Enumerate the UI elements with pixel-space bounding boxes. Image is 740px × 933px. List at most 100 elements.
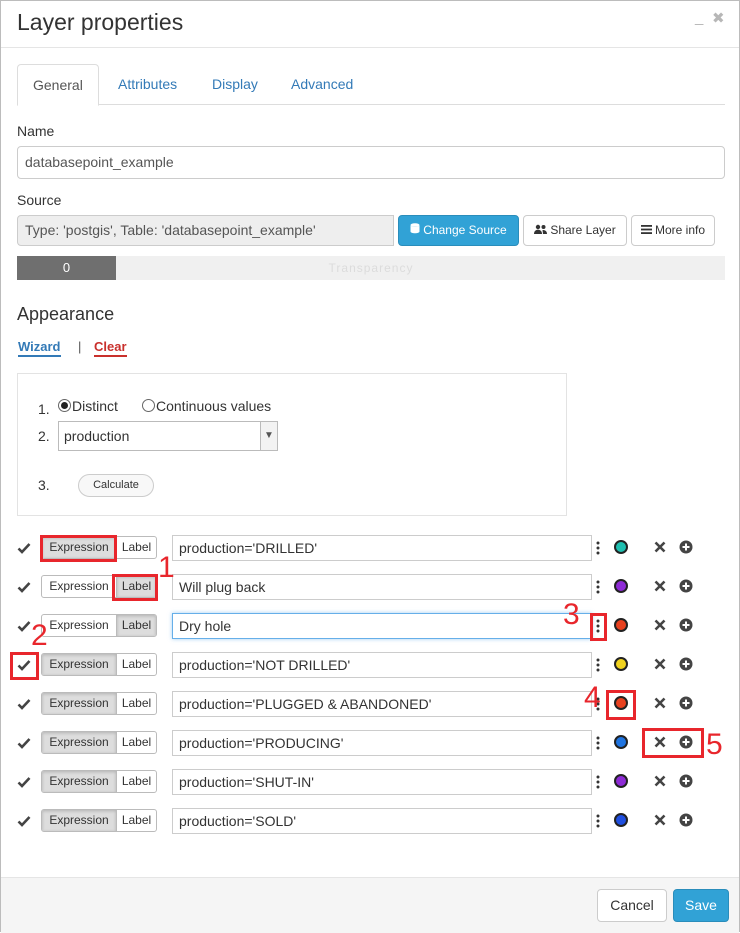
list-icon <box>640 216 652 245</box>
calculate-button[interactable]: Calculate <box>78 474 154 497</box>
annotation-box-label <box>112 574 158 601</box>
expression-toggle[interactable]: Expression <box>42 693 116 714</box>
close-icon[interactable] <box>653 579 667 593</box>
save-button[interactable]: Save <box>673 889 729 922</box>
step-2-number: 2. <box>38 428 50 444</box>
annotation-box-3 <box>590 613 607 641</box>
mode-toggle: Expression Label <box>41 809 157 832</box>
share-layer-button[interactable]: Share Layer <box>523 215 627 246</box>
annotation-box-2 <box>10 652 39 680</box>
attribute-select[interactable]: production ▼ <box>58 421 278 451</box>
transparency-slider[interactable]: Transparency 0 <box>17 256 725 280</box>
plus-circle-icon[interactable] <box>679 579 693 593</box>
label-toggle[interactable]: Label <box>116 654 156 675</box>
rule-expression-input[interactable]: Dry hole <box>172 613 592 639</box>
continuous-radio[interactable] <box>142 399 155 412</box>
vertical-dots-icon[interactable] <box>596 541 600 555</box>
vertical-dots-icon[interactable] <box>596 580 600 594</box>
rule-expression-input[interactable]: production='SHUT-IN' <box>172 769 592 795</box>
color-swatch[interactable] <box>611 576 631 596</box>
rule-expression-input[interactable]: production='SOLD' <box>172 808 592 834</box>
link-separator: | <box>78 339 82 354</box>
source-field: Type: 'postgis', Table: 'databasepoint_e… <box>17 215 394 246</box>
plus-circle-icon[interactable] <box>679 774 693 788</box>
plus-circle-icon[interactable] <box>679 813 693 827</box>
tab-bar: General Attributes Display Advanced <box>17 64 725 106</box>
mode-toggle: Expression Label <box>41 614 157 637</box>
database-icon <box>410 216 420 245</box>
rule-expression-input[interactable]: production='PRODUCING' <box>172 730 592 756</box>
expression-toggle[interactable]: Expression <box>42 615 116 636</box>
clear-link[interactable]: Clear <box>94 339 127 357</box>
label-toggle[interactable]: Label <box>116 810 156 831</box>
source-label: Source <box>17 192 62 208</box>
transparency-fill[interactable]: 0 <box>17 256 116 280</box>
check-icon[interactable] <box>17 541 31 555</box>
annotation-number-3: 3 <box>563 598 580 631</box>
rule-expression-input[interactable]: production='DRILLED' <box>172 535 592 561</box>
plus-circle-icon[interactable] <box>679 540 693 554</box>
label-toggle[interactable]: Label <box>116 771 156 792</box>
more-info-button[interactable]: More info <box>631 215 715 246</box>
plus-circle-icon[interactable] <box>679 618 693 632</box>
annotation-box-1 <box>40 535 117 562</box>
close-icon[interactable] <box>653 696 667 710</box>
tab-advanced[interactable]: Advanced <box>276 64 368 105</box>
color-swatch[interactable] <box>611 732 631 752</box>
name-input[interactable]: databasepoint_example <box>17 146 725 179</box>
cancel-button[interactable]: Cancel <box>597 889 667 922</box>
expression-toggle[interactable]: Expression <box>42 732 116 753</box>
check-icon[interactable] <box>17 619 31 633</box>
label-toggle[interactable]: Label <box>116 537 156 558</box>
label-toggle[interactable]: Label <box>116 615 156 636</box>
users-icon <box>534 216 548 245</box>
color-dot <box>614 735 628 749</box>
expression-toggle[interactable]: Expression <box>42 771 116 792</box>
color-swatch[interactable] <box>611 810 631 830</box>
wizard-link[interactable]: Wizard <box>18 339 61 357</box>
vertical-dots-icon[interactable] <box>596 658 600 672</box>
close-icon[interactable] <box>653 618 667 632</box>
color-dot <box>614 579 628 593</box>
color-swatch[interactable] <box>611 615 631 635</box>
check-icon[interactable] <box>17 814 31 828</box>
distinct-radio[interactable] <box>58 399 71 412</box>
tab-display[interactable]: Display <box>197 64 273 105</box>
close-icon[interactable] <box>653 540 667 554</box>
plus-circle-icon[interactable] <box>679 696 693 710</box>
vertical-dots-icon[interactable] <box>596 814 600 828</box>
rule-expression-input[interactable]: production='NOT DRILLED' <box>172 652 592 678</box>
tab-attributes[interactable]: Attributes <box>103 64 192 105</box>
plus-circle-icon[interactable] <box>679 657 693 671</box>
close-icon[interactable] <box>653 813 667 827</box>
expression-toggle[interactable]: Expression <box>42 810 116 831</box>
attribute-selected-value: production <box>64 428 130 444</box>
dialog-title: Layer properties <box>17 9 184 35</box>
close-icon[interactable] <box>653 774 667 788</box>
distinct-label: Distinct <box>72 398 118 414</box>
label-toggle[interactable]: Label <box>116 732 156 753</box>
check-icon[interactable] <box>17 580 31 594</box>
check-icon[interactable] <box>17 697 31 711</box>
color-swatch[interactable] <box>611 654 631 674</box>
annotation-box-4 <box>606 690 636 720</box>
check-icon[interactable] <box>17 736 31 750</box>
color-dot <box>614 774 628 788</box>
rule-expression-input[interactable]: production='PLUGGED & ABANDONED' <box>172 691 592 717</box>
color-swatch[interactable] <box>611 537 631 557</box>
color-swatch[interactable] <box>611 771 631 791</box>
mode-toggle: Expression Label <box>41 692 157 715</box>
label-toggle[interactable]: Label <box>116 693 156 714</box>
rule-expression-input[interactable]: Will plug back <box>172 574 592 600</box>
transparency-label: Transparency <box>328 261 414 275</box>
expression-toggle[interactable]: Expression <box>42 576 116 597</box>
tab-general[interactable]: General <box>17 64 99 106</box>
close-icon[interactable] <box>653 657 667 671</box>
vertical-dots-icon[interactable] <box>596 775 600 789</box>
change-source-button[interactable]: Change Source <box>398 215 519 246</box>
minimize-icon[interactable]: _ <box>695 9 703 26</box>
vertical-dots-icon[interactable] <box>596 736 600 750</box>
expression-toggle[interactable]: Expression <box>42 654 116 675</box>
check-icon[interactable] <box>17 775 31 789</box>
close-dialog-icon[interactable]: ✖ <box>712 9 725 27</box>
